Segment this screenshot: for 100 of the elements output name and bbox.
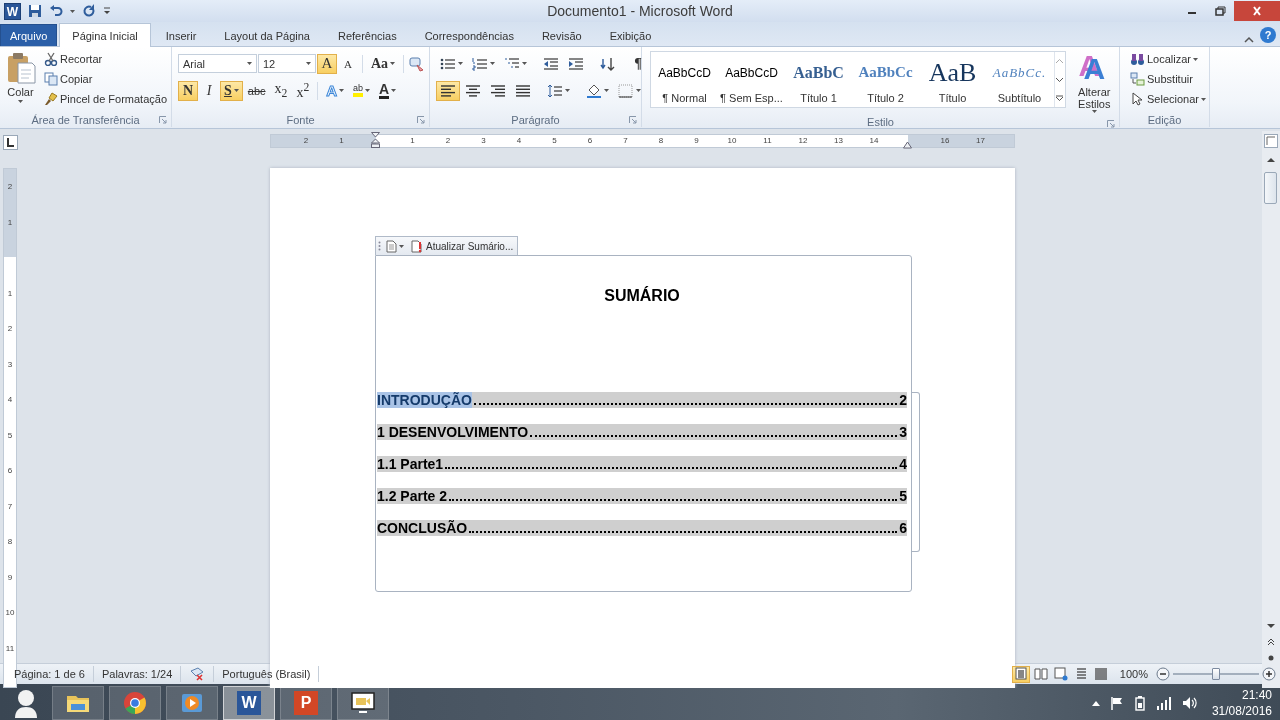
grow-font-button[interactable]: A [317,53,337,74]
ribbon-tab[interactable]: Referências [324,24,410,46]
view-button[interactable] [1031,665,1050,683]
zoom-slider[interactable] [1173,668,1259,680]
signal-icon[interactable] [1155,696,1172,710]
file-tab[interactable]: Arquivo [0,24,58,46]
taskbar-app[interactable]: P [280,686,332,720]
caret-icon [390,62,396,65]
toc-entry[interactable]: 1 DESENVOLVIMENTO 3 [377,424,907,440]
ruler-number: 11 [4,642,16,655]
battery-icon[interactable] [1133,695,1146,711]
window-title: Documento1 - Microsoft Word [547,3,733,19]
ribbon-tab[interactable]: Correspondências [411,24,527,46]
customize-icon[interactable] [103,6,111,16]
caret-icon [339,89,345,92]
clock-date: 31/08/2016 [1211,703,1272,719]
flag-icon[interactable] [1109,696,1124,710]
dialog-launcher-icon[interactable] [1107,120,1115,128]
ruler-toggle-icon[interactable] [1264,134,1278,148]
ribbon-tab[interactable]: Layout da Página [211,24,323,46]
format-button[interactable]: N [178,80,198,101]
ruler-number: 3 [480,135,487,147]
zoom-in-icon[interactable] [1262,667,1276,681]
gallery-down-icon[interactable] [1056,76,1063,82]
style-item[interactable]: AaBbCcD ¶ Normal [651,52,718,107]
toc-entry[interactable]: 1.1 Parte1 4 [377,456,907,472]
ruler-number: 6 [586,135,594,147]
zoom-out-icon[interactable] [1156,667,1170,681]
ribbon-tab[interactable]: Inserir [152,24,210,46]
ruler-number: 9 [6,571,14,584]
clipboard-action[interactable]: Copiar [40,69,171,89]
format-button[interactable]: I [199,80,219,101]
ribbon-tab[interactable]: Página Inicial [59,23,151,47]
caret-icon [604,89,609,92]
ruler-number: 5 [6,429,14,442]
style-item[interactable]: AaB Título [919,52,986,107]
change-styles-button[interactable]: A Alterar Estilos [1069,49,1119,116]
ribbon-tab[interactable]: Revisão [528,24,595,46]
toc-entry[interactable]: 1.2 Parte 2 5 [377,488,907,504]
align-left-button[interactable] [436,80,460,101]
dialog-launcher-icon[interactable] [417,116,425,124]
paste-button[interactable]: Colar [3,49,38,109]
show-hidden-icon[interactable] [1091,700,1100,706]
format-button[interactable]: x$^{2}$ [292,80,314,101]
ruler-number: 10 [726,135,738,147]
page-number: 5 [899,488,907,504]
editing-action[interactable]: Localizar [1126,49,1209,69]
shrink-font-button[interactable]: A [338,53,358,74]
clipboard-action[interactable]: Pincel de Formatação [40,89,171,109]
style-item[interactable]: AaBbCc. Subtítulo [986,52,1053,107]
view-button[interactable] [1051,665,1070,683]
font-color-button[interactable]: A [375,80,401,101]
style-item[interactable]: AaBbC Título 1 [785,52,852,107]
editing-action[interactable]: Substituir [1126,69,1209,89]
indent-marker-icon[interactable] [903,141,912,149]
slider-thumb[interactable] [1212,668,1220,680]
help-button[interactable]: ? [1260,27,1276,43]
ruler-number: 14 [868,135,880,147]
style-item[interactable]: AaBbCcD ¶ Sem Esp... [718,52,785,107]
proofing-icon [189,667,206,681]
save-icon[interactable] [28,4,42,18]
toc-menu-button[interactable] [384,239,406,253]
ruler-number: 2 [6,323,14,336]
scrollbar-thumb[interactable] [1264,172,1277,204]
format-button[interactable]: x$_{2}$ [270,80,292,101]
toc-entry[interactable]: INTRODUÇÃO 2 [377,392,907,408]
brush-icon [44,92,58,106]
redo-icon[interactable] [82,4,96,18]
caret-icon [70,9,75,13]
format-button[interactable]: abc [243,80,270,101]
toc-entry[interactable]: CONCLUSÃO 6 [377,520,907,536]
undo-icon[interactable] [49,4,63,18]
user-icon[interactable] [13,688,39,718]
language-indicator[interactable]: Português (Brasil) [214,666,320,682]
taskbar-app[interactable]: W [223,686,275,720]
tab-stop-icon[interactable] [3,135,18,150]
caret-icon [233,89,239,92]
indent-marker-icon[interactable] [371,132,380,148]
zoom-level[interactable]: 100% [1119,668,1148,680]
font-size-field[interactable]: 12 [258,54,316,73]
dialog-launcher-icon[interactable] [629,116,637,124]
ruler-number: 8 [657,135,665,147]
ruler-number: 16 [939,135,951,147]
highlight-button[interactable]: ab [349,80,375,101]
ribbon-tab[interactable]: Exibição [596,24,665,46]
caret-icon [565,89,570,92]
change-case-button[interactable]: Aa [367,53,400,74]
taskbar-app[interactable] [337,686,389,720]
editing-action[interactable]: Selecionar [1126,89,1209,109]
update-toc-button[interactable]: Atualizar Sumário... [409,239,516,253]
close-button[interactable] [1234,1,1280,21]
font-name-field[interactable]: Arial [178,54,257,73]
style-item[interactable]: AaBbCc Título 2 [852,52,919,107]
speaker-icon[interactable] [1181,696,1198,710]
show-marks-button[interactable]: ¶ [628,53,648,74]
gallery-more-icon[interactable] [1056,94,1063,101]
clock-time: 21:40 [1241,687,1272,703]
clipboard-action[interactable]: Recortar [40,49,171,69]
format-button[interactable]: S [220,80,243,101]
dialog-launcher-icon[interactable] [159,116,167,124]
